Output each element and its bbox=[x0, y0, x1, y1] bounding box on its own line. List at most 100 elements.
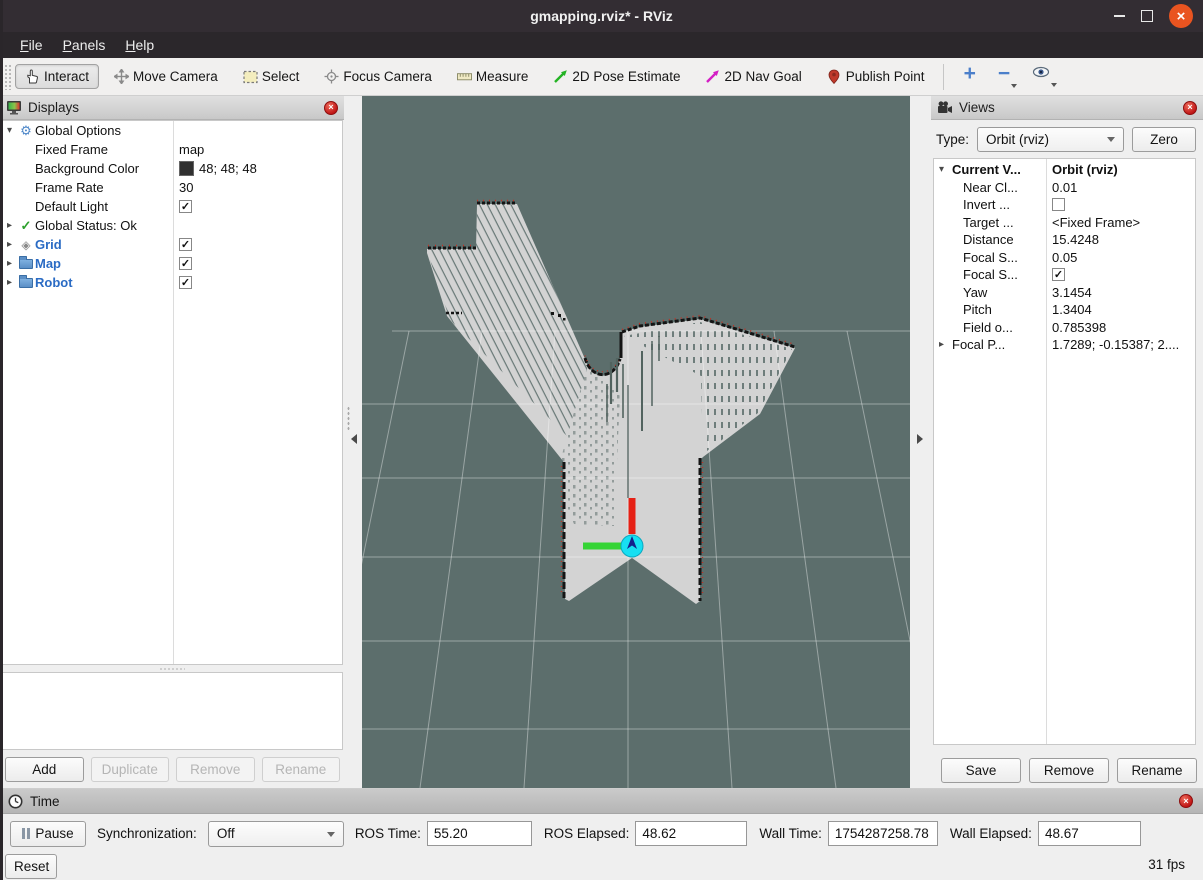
titlebar[interactable]: gmapping.rviz* - RViz × bbox=[0, 0, 1203, 32]
display-row-map[interactable]: ▸ Map ✓ bbox=[2, 254, 342, 273]
collapse-right-icon[interactable] bbox=[917, 434, 923, 444]
menu-file[interactable]: File bbox=[10, 35, 53, 55]
tool-2d-nav-goal[interactable]: 2D Nav Goal bbox=[695, 64, 811, 89]
reset-button[interactable]: Reset bbox=[5, 854, 57, 879]
ros-time-input[interactable] bbox=[426, 821, 532, 846]
checkbox[interactable]: ✓ bbox=[179, 238, 192, 251]
tool-publish-point[interactable]: Publish Point bbox=[817, 64, 935, 89]
display-row-robot[interactable]: ▸ Robot ✓ bbox=[2, 273, 342, 292]
display-row-frame-rate[interactable]: Frame Rate 30 bbox=[2, 178, 342, 197]
view-row-current-v-[interactable]: ▾ Current V... Orbit (rviz) bbox=[934, 161, 1195, 179]
property-value-cell[interactable]: map bbox=[173, 142, 204, 157]
remove-button[interactable]: Remove bbox=[1029, 758, 1109, 783]
zero-button[interactable]: Zero bbox=[1132, 126, 1196, 152]
expander-icon[interactable]: ▸ bbox=[2, 258, 17, 269]
minimize-button[interactable] bbox=[1114, 15, 1125, 17]
property-value-cell[interactable]: ✓ bbox=[173, 238, 192, 251]
property-value-cell[interactable]: ✓ bbox=[173, 276, 192, 289]
tool-measure[interactable]: Measure bbox=[447, 64, 539, 89]
property-value-cell[interactable]: 3.1454 bbox=[1046, 285, 1092, 300]
time-close-button[interactable]: × bbox=[1179, 794, 1193, 808]
menu-help[interactable]: Help bbox=[115, 35, 164, 55]
displays-panel-header[interactable]: Displays × bbox=[0, 96, 344, 120]
toolbar-actions: + − bbox=[956, 63, 1065, 91]
display-row-default-light[interactable]: Default Light ✓ bbox=[2, 197, 342, 216]
expander-icon[interactable]: ▸ bbox=[2, 239, 17, 250]
tool-interact[interactable]: Interact bbox=[15, 64, 100, 89]
property-value-cell[interactable]: ✓ bbox=[173, 200, 192, 213]
expander-icon[interactable]: ▾ bbox=[2, 125, 17, 136]
time-close-icon: × bbox=[1183, 795, 1189, 806]
rename-button[interactable]: Rename bbox=[1117, 758, 1197, 783]
property-value-cell[interactable]: 0.785398 bbox=[1046, 320, 1106, 335]
tool-2d-pose-estimate[interactable]: 2D Pose Estimate bbox=[543, 64, 690, 89]
toolbar-drag-handle[interactable] bbox=[4, 63, 11, 90]
checkbox[interactable]: ✓ bbox=[179, 276, 192, 289]
property-value-cell[interactable]: Orbit (rviz) bbox=[1046, 162, 1118, 177]
expander-icon[interactable]: ▸ bbox=[2, 220, 17, 231]
displays-close-button[interactable]: × bbox=[324, 100, 338, 115]
row-label-cell: Yaw bbox=[934, 284, 1046, 302]
checkbox[interactable] bbox=[1052, 198, 1065, 212]
property-value-cell[interactable]: 15.4248 bbox=[1046, 232, 1099, 247]
3d-viewport[interactable] bbox=[315, 96, 941, 789]
views-close-button[interactable]: × bbox=[1183, 100, 1197, 115]
tool-select[interactable]: Select bbox=[233, 64, 310, 89]
view-row-field-o-[interactable]: Field o... 0.785398 bbox=[934, 319, 1195, 337]
view-type-combo[interactable]: Orbit (rviz) bbox=[977, 126, 1124, 152]
tool-visibility-button[interactable] bbox=[1024, 64, 1058, 90]
property-value-cell[interactable]: 0.01 bbox=[1046, 180, 1077, 195]
left-splitter[interactable] bbox=[344, 96, 362, 788]
property-value-cell[interactable] bbox=[1046, 198, 1065, 212]
view-row-near-cl-[interactable]: Near Cl... 0.01 bbox=[934, 179, 1195, 197]
remove-tool-button[interactable]: − bbox=[990, 63, 1018, 91]
checkbox[interactable]: ✓ bbox=[179, 200, 192, 213]
property-value-cell[interactable]: 1.7289; -0.15387; 2.... bbox=[1046, 337, 1179, 352]
displays-splitter-handle[interactable] bbox=[0, 666, 344, 671]
expander-icon[interactable]: ▸ bbox=[939, 339, 952, 350]
property-value-cell[interactable]: 48; 48; 48 bbox=[173, 161, 257, 176]
view-row-yaw[interactable]: Yaw 3.1454 bbox=[934, 284, 1195, 302]
display-row-global-options[interactable]: ▾ ⚙ Global Options bbox=[2, 121, 342, 140]
view-row-distance[interactable]: Distance 15.4248 bbox=[934, 231, 1195, 249]
tool-move-camera[interactable]: Move Camera bbox=[104, 64, 228, 89]
view-row-pitch[interactable]: Pitch 1.3404 bbox=[934, 301, 1195, 319]
row-label-cell: ▾ ⚙ Global Options bbox=[2, 121, 173, 140]
time-panel-header[interactable]: Time × bbox=[0, 789, 1203, 814]
view-row-target-[interactable]: Target ... <Fixed Frame> bbox=[934, 214, 1195, 232]
pause-button[interactable]: Pause bbox=[10, 820, 86, 847]
add-button[interactable]: Add bbox=[5, 757, 84, 782]
view-row-focal-p-[interactable]: ▸ Focal P... 1.7289; -0.15387; 2.... bbox=[934, 336, 1195, 354]
close-button[interactable]: × bbox=[1169, 4, 1193, 28]
wall-elapsed-input[interactable] bbox=[1037, 821, 1141, 846]
property-value-cell[interactable]: ✓ bbox=[1046, 268, 1065, 282]
property-value-cell[interactable]: 0.05 bbox=[1046, 250, 1077, 265]
expander-icon[interactable]: ▸ bbox=[2, 277, 17, 288]
wall-time-input[interactable] bbox=[827, 821, 938, 846]
view-row-invert-[interactable]: Invert ... bbox=[934, 196, 1195, 214]
property-value-cell[interactable]: ✓ bbox=[173, 257, 192, 270]
view-row-focal-s-[interactable]: Focal S... 0.05 bbox=[934, 249, 1195, 267]
property-value-cell[interactable]: <Fixed Frame> bbox=[1046, 215, 1140, 230]
views-panel-header[interactable]: Views × bbox=[931, 96, 1203, 120]
checkbox[interactable]: ✓ bbox=[1052, 268, 1065, 282]
save-button[interactable]: Save bbox=[941, 758, 1021, 783]
display-row-background-color[interactable]: Background Color 48; 48; 48 bbox=[2, 159, 342, 178]
sync-combo[interactable]: Off bbox=[207, 820, 344, 847]
property-value-cell[interactable]: 30 bbox=[173, 180, 193, 195]
ros-elapsed-input[interactable] bbox=[635, 821, 748, 846]
checkbox[interactable]: ✓ bbox=[179, 257, 192, 270]
property-value-cell[interactable]: 1.3404 bbox=[1046, 302, 1092, 317]
expander-icon[interactable]: ▾ bbox=[939, 164, 952, 175]
tool-focus-camera[interactable]: Focus Camera bbox=[314, 64, 442, 89]
display-row-global-status-ok[interactable]: ▸ ✓ Global Status: Ok bbox=[2, 216, 342, 235]
maximize-button[interactable] bbox=[1141, 10, 1153, 22]
right-splitter[interactable] bbox=[910, 96, 931, 788]
add-tool-button[interactable]: + bbox=[956, 63, 984, 91]
collapse-left-icon[interactable] bbox=[351, 434, 357, 444]
property-name: Global Status: Ok bbox=[35, 218, 137, 233]
display-row-fixed-frame[interactable]: Fixed Frame map bbox=[2, 140, 342, 159]
display-row-grid[interactable]: ▸ ◈ Grid ✓ bbox=[2, 235, 342, 254]
view-row-focal-s-[interactable]: Focal S... ✓ bbox=[934, 266, 1195, 284]
menu-panels[interactable]: Panels bbox=[53, 35, 116, 55]
